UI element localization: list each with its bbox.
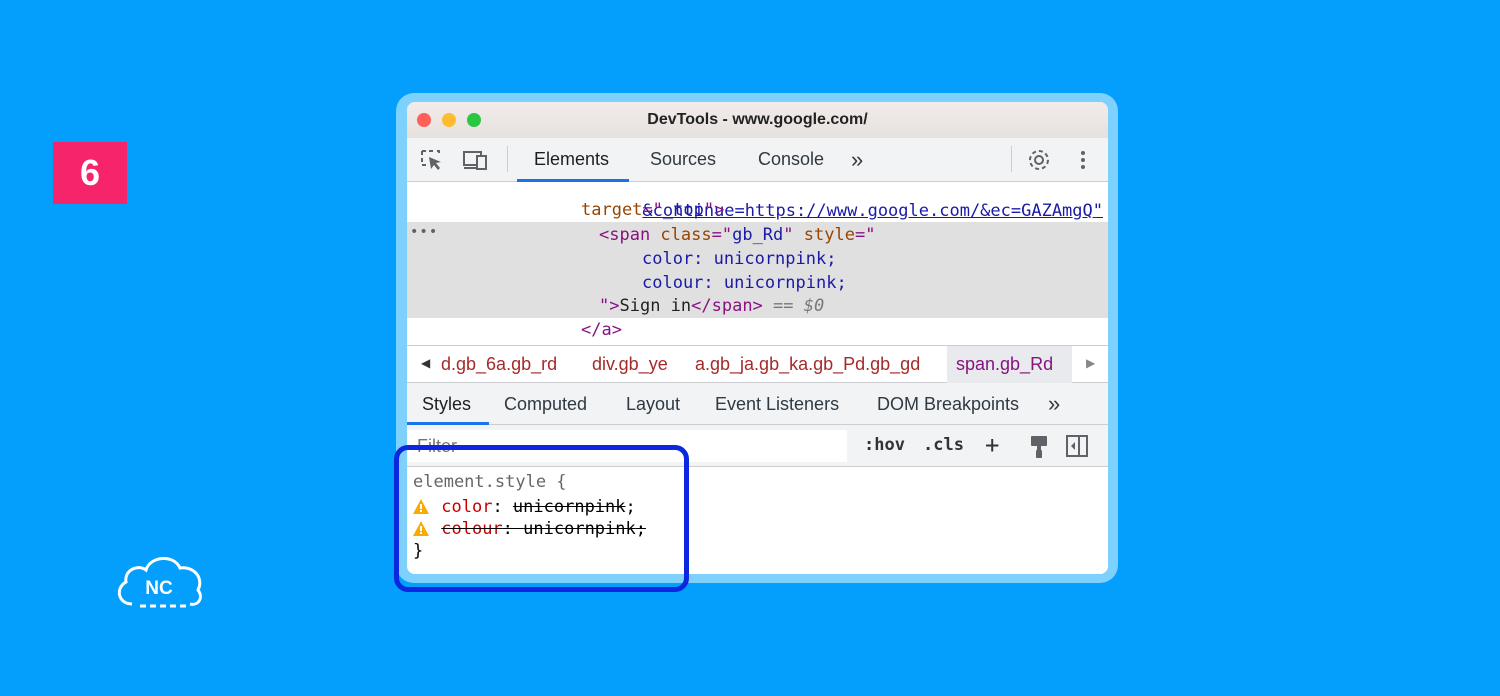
maximize-button[interactable]: [467, 113, 481, 127]
dom-line-style-2[interactable]: colour: unicornpink;: [642, 271, 847, 295]
breadcrumb-item-selected[interactable]: span.gb_Rd: [956, 354, 1053, 375]
dom-line-style-1[interactable]: color: unicornpink;: [642, 247, 836, 271]
dom-line-span-open[interactable]: <span class="gb_Rd" style=": [599, 223, 875, 247]
class-value: gb_Rd: [732, 225, 784, 245]
styles-tab-bar: Styles Computed Layout Event Listeners D…: [407, 383, 1108, 425]
tab-layout[interactable]: Layout: [626, 383, 680, 425]
dom-line-a-close[interactable]: </a>: [581, 318, 622, 342]
minimize-button[interactable]: [442, 113, 456, 127]
title-bar: DevTools - www.google.com/: [407, 102, 1108, 138]
dom-tree: ••• &continue=https://www.google.com/&ec…: [407, 182, 1108, 345]
tab-dom-breakpoints[interactable]: DOM Breakpoints: [877, 383, 1019, 425]
tab-styles[interactable]: Styles: [422, 383, 471, 425]
gear-icon[interactable]: [1026, 148, 1052, 172]
close-button[interactable]: [417, 113, 431, 127]
toolbar-divider: [507, 146, 508, 172]
step-badge: 6: [53, 142, 127, 204]
dollar-zero: $0: [803, 296, 825, 316]
nc-cloud-logo: NC: [117, 557, 202, 608]
paint-brush-icon[interactable]: [1029, 435, 1049, 464]
inspect-element-icon[interactable]: [419, 148, 445, 172]
eq-quote-2: =": [854, 225, 876, 245]
class-attr: class: [660, 225, 712, 245]
more-panels-icon[interactable]: »: [1048, 383, 1060, 425]
tag-end: ">: [703, 200, 725, 220]
dom-line-target[interactable]: target="_top">: [581, 198, 724, 222]
breadcrumb: ◀ d.gb_6a.gb_rd div.gb_ye a.gb_ja.gb_ka.…: [407, 345, 1108, 383]
tab-event-listeners[interactable]: Event Listeners: [715, 383, 839, 425]
breadcrumb-item[interactable]: d.gb_6a.gb_rd: [441, 354, 557, 375]
dom-line-span-close[interactable]: ">Sign in</span> == $0: [599, 294, 824, 318]
breadcrumb-item[interactable]: a.gb_ja.gb_ka.gb_Pd.gb_gd: [695, 354, 920, 375]
device-toolbar-icon[interactable]: [463, 148, 489, 172]
highlight-box: [394, 445, 689, 592]
dom-line-href: &continue=https://www.google.com/&ec=GAZ…: [581, 175, 1103, 221]
tag-close-quote: ">: [599, 296, 620, 316]
attr-eq: =": [642, 200, 663, 220]
style-attr: style: [803, 225, 855, 245]
window-title: DevTools - www.google.com/: [647, 111, 868, 128]
node-ellipsis-icon[interactable]: •••: [410, 224, 438, 240]
hov-toggle[interactable]: :hov: [864, 435, 905, 455]
tab-computed[interactable]: Computed: [504, 383, 587, 425]
span-open: <span: [599, 225, 661, 245]
attr-value: _top: [662, 200, 704, 220]
span-end-tag: </span>: [691, 296, 763, 316]
new-rule-button[interactable]: +: [985, 431, 999, 459]
toolbar-divider-right: [1011, 146, 1012, 172]
breadcrumb-right-arrow[interactable]: ▶: [1086, 356, 1095, 370]
breadcrumb-item[interactable]: div.gb_ye: [592, 354, 668, 375]
breadcrumb-left-arrow[interactable]: ◀: [421, 356, 430, 370]
sidebar-toggle-icon[interactable]: [1066, 434, 1088, 463]
eq-quote: =": [711, 225, 733, 245]
cls-toggle[interactable]: .cls: [923, 435, 964, 455]
eq-marker: ==: [762, 296, 804, 316]
quote-close: ": [783, 225, 804, 245]
logo-text: NC: [145, 578, 173, 599]
kebab-menu-icon[interactable]: [1070, 148, 1096, 172]
text-node: Sign in: [619, 296, 692, 316]
attr-name: target: [581, 200, 643, 220]
